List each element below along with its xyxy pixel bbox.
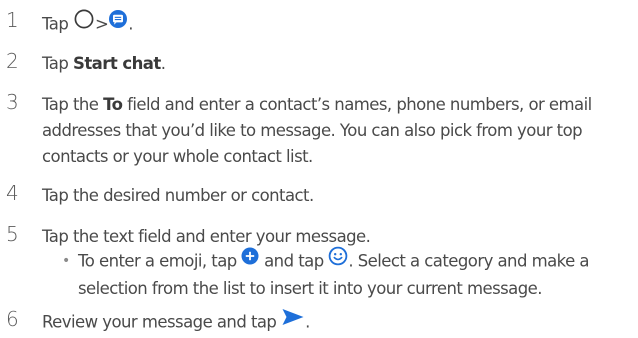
step-text-main: Review your message and tap [42, 312, 277, 332]
sub-bullet-text: To enter a emoji, tap and tap . Select a… [78, 246, 634, 302]
step-text: Tap Start chat. [42, 51, 634, 77]
step-number: 1 [6, 8, 19, 32]
emoji-smiley-icon [328, 246, 348, 274]
step-period: . [305, 312, 310, 332]
step-text: Tap the To field and enter a contact’s n… [42, 92, 634, 170]
step-separator: > [95, 14, 109, 34]
step-tap-word: Tap [42, 14, 69, 34]
step-period: . [128, 14, 133, 34]
step-number: 6 [6, 307, 19, 331]
step-text-post: . [160, 54, 166, 73]
step-number: 5 [6, 222, 19, 246]
step-number: 2 [6, 49, 19, 73]
sub-text-part1: To enter a emoji, tap [78, 251, 237, 271]
step-number: 3 [6, 90, 19, 114]
home-circle-icon [73, 8, 95, 38]
step-number: 4 [6, 181, 19, 205]
add-plus-icon [241, 247, 259, 273]
send-arrow-icon [281, 307, 305, 335]
start-chat-label: Start chat [72, 54, 161, 73]
bullet-marker: • [62, 253, 71, 269]
step-text: Tap >. [42, 8, 634, 40]
step-text: Tap the desired number or contact. [42, 186, 314, 205]
step-text-pre: Tap [42, 54, 73, 73]
sub-text-part2: and tap [264, 251, 324, 271]
step-text-pre: Tap the [42, 95, 104, 114]
step-text-post: field and enter a contact’s names, phone… [42, 95, 592, 166]
messages-app-icon [108, 9, 128, 37]
to-field-label: To [103, 95, 123, 114]
step-text: Review your message and tap . [42, 309, 634, 337]
